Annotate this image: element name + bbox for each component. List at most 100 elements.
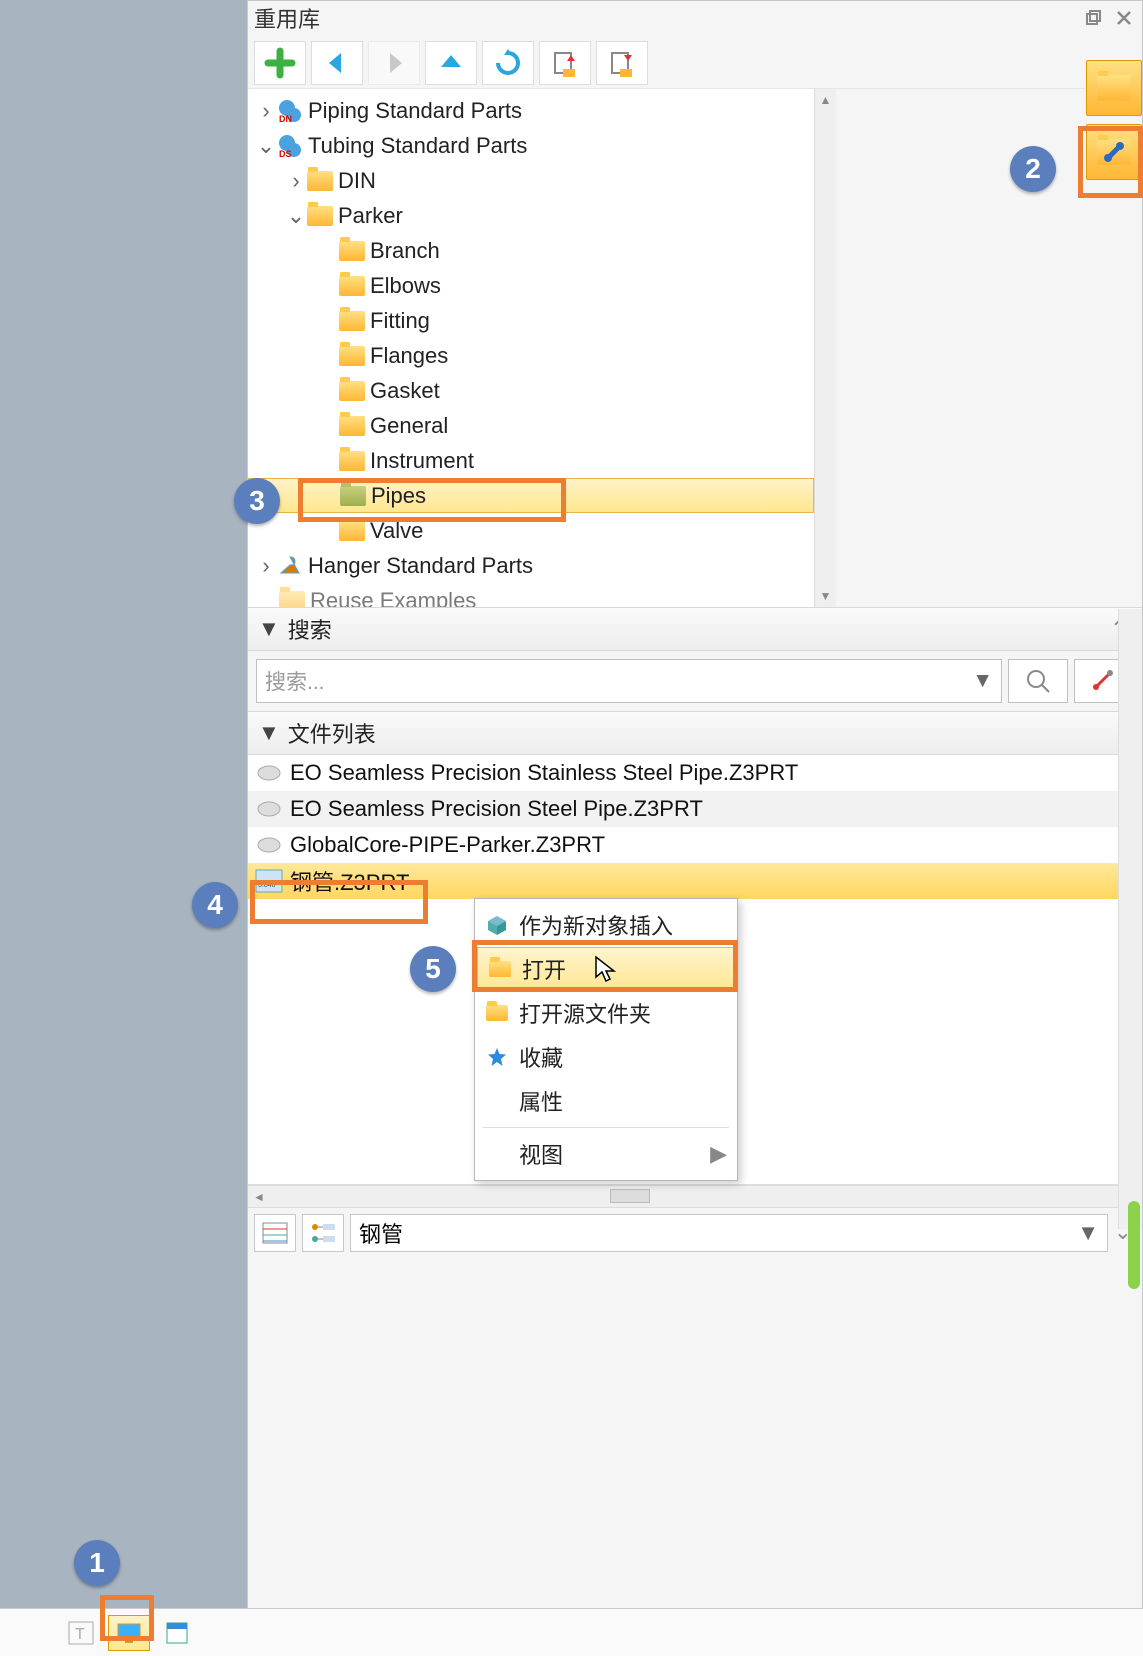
menu-open-source-folder[interactable]: 打开源文件夹 [475,991,737,1035]
tree-item-pipes[interactable]: Pipes [248,478,814,513]
menu-insert-as-new[interactable]: 作为新对象插入 [475,903,737,947]
file-row[interactable]: EO Seamless Precision Steel Pipe.Z3PRT [248,791,1142,827]
search-row: 搜索... ▼ [248,651,1142,711]
tree-item-hanger[interactable]: › Hanger Standard Parts [248,548,814,583]
panel-vscroll[interactable] [1118,609,1142,1229]
tree-item-general[interactable]: General [248,408,814,443]
tree-label: Tubing Standard Parts [308,133,527,159]
file-row[interactable]: EO Seamless Precision Stainless Steel Pi… [248,755,1142,791]
tree-item-parker[interactable]: ⌄ Parker [248,198,814,233]
scroll-thumb[interactable] [610,1189,650,1203]
folder-icon [338,307,366,335]
svg-text:T: T [75,1626,85,1643]
folder-selected-icon [339,482,367,510]
file-row-selected[interactable]: 5.848 钢管.Z3PRT [248,863,1142,899]
status-doc-button[interactable] [156,1615,198,1651]
search-section-header[interactable]: ▼ 搜索 ⌃ [248,607,1142,651]
file-name: GlobalCore-PIPE-Parker.Z3PRT [290,832,605,858]
forward-button[interactable] [368,41,420,85]
tree-item-instrument[interactable]: Instrument [248,443,814,478]
submenu-arrow-icon: ▶ [710,1141,727,1167]
tree-item-fitting[interactable]: Fitting [248,303,814,338]
filter-combo[interactable]: 钢管 ▼ [350,1214,1108,1252]
tree-label: Piping Standard Parts [308,98,522,124]
expand-icon[interactable]: › [286,168,306,194]
tree-label: Elbows [370,273,441,299]
menu-separator [483,1127,729,1128]
tree-item-branch[interactable]: Branch [248,233,814,268]
folder-icon [338,237,366,265]
menu-view[interactable]: 视图 ▶ [475,1132,737,1176]
doc-import-button[interactable] [596,41,648,85]
tree-scrollbar[interactable]: ▲ ▼ [814,89,836,607]
expand-icon[interactable]: › [256,553,276,579]
back-button[interactable] [311,41,363,85]
view-tree-button[interactable] [302,1214,344,1252]
star-icon [483,1043,511,1071]
tree-item-flanges[interactable]: Flanges [248,338,814,373]
menu-label: 收藏 [519,1041,563,1073]
side-folder-button[interactable] [1086,60,1142,116]
file-name: EO Seamless Precision Steel Pipe.Z3PRT [290,796,703,822]
folder-icon [338,377,366,405]
tree-item-gasket[interactable]: Gasket [248,373,814,408]
combo-value: 钢管 [359,1217,1077,1249]
filelist-section-header[interactable]: ▼ 文件列表 [248,711,1142,755]
file-name: 钢管.Z3PRT [290,865,409,897]
tree-item-reuse-examples[interactable]: Reuse Examples [248,583,814,607]
add-button[interactable] [254,41,306,85]
folder-icon [338,517,366,545]
callout-5: 5 [410,946,456,992]
restore-window-icon[interactable] [1082,6,1106,30]
pipe-ds-icon: DS [276,132,304,160]
up-button[interactable] [425,41,477,85]
folder-open-icon [306,202,334,230]
tree-label: Valve [370,518,423,544]
collapse-icon[interactable]: ⌄ [286,203,306,229]
menu-label: 属性 [519,1085,563,1117]
callout-1: 1 [74,1540,120,1586]
refresh-button[interactable] [482,41,534,85]
status-monitor-button[interactable] [108,1615,150,1651]
menu-favorite[interactable]: 收藏 [475,1035,737,1079]
view-list-button[interactable] [254,1214,296,1252]
tree-label: Branch [370,238,440,264]
tree-item-tubing[interactable]: ⌄ DS Tubing Standard Parts [248,128,814,163]
folder-icon [338,447,366,475]
tree-item-elbows[interactable]: Elbows [248,268,814,303]
search-input[interactable]: 搜索... ▼ [256,659,1002,703]
dropdown-icon[interactable]: ▼ [1077,1220,1099,1246]
search-header-label: 搜索 [288,613,1110,645]
status-text-button[interactable]: T [60,1615,102,1651]
menu-label: 作为新对象插入 [519,909,673,941]
part-icon [254,832,284,858]
tree-item-piping[interactable]: › DN Piping Standard Parts [248,93,814,128]
dropdown-icon[interactable]: ▼ [972,669,993,693]
tree-item-din[interactable]: › DIN [248,163,814,198]
tree-view[interactable]: › DN Piping Standard Parts ⌄ DS Tubing S… [248,89,814,607]
folder-star-icon [278,587,306,608]
scroll-up-icon[interactable]: ▲ [815,89,836,111]
side-tool-folder-button[interactable] [1086,124,1142,180]
svg-text:5.848: 5.848 [258,882,276,889]
filelist-hscroll[interactable]: ◄ ► [248,1185,1142,1207]
scroll-down-icon[interactable]: ▼ [815,585,836,607]
preview-icon: 5.848 [254,868,284,894]
slider-thumb[interactable] [1127,1200,1141,1296]
tree-label: Instrument [370,448,474,474]
search-button[interactable] [1008,659,1068,703]
file-name: EO Seamless Precision Stainless Steel Pi… [290,760,798,786]
doc-export-button[interactable] [539,41,591,85]
file-row[interactable]: GlobalCore-PIPE-Parker.Z3PRT [248,827,1142,863]
close-icon[interactable] [1112,6,1136,30]
callout-2: 2 [1010,146,1056,192]
menu-properties[interactable]: 属性 [475,1079,737,1123]
hanger-icon [276,552,304,580]
collapse-icon[interactable]: ⌄ [256,133,276,159]
tree-item-valve[interactable]: Valve [248,513,814,548]
panel-header: 重用库 [248,1,1142,35]
scroll-left-icon[interactable]: ◄ [248,1186,270,1207]
tree-label: DIN [338,168,376,194]
expand-icon[interactable]: › [256,98,276,124]
folder-icon [338,342,366,370]
